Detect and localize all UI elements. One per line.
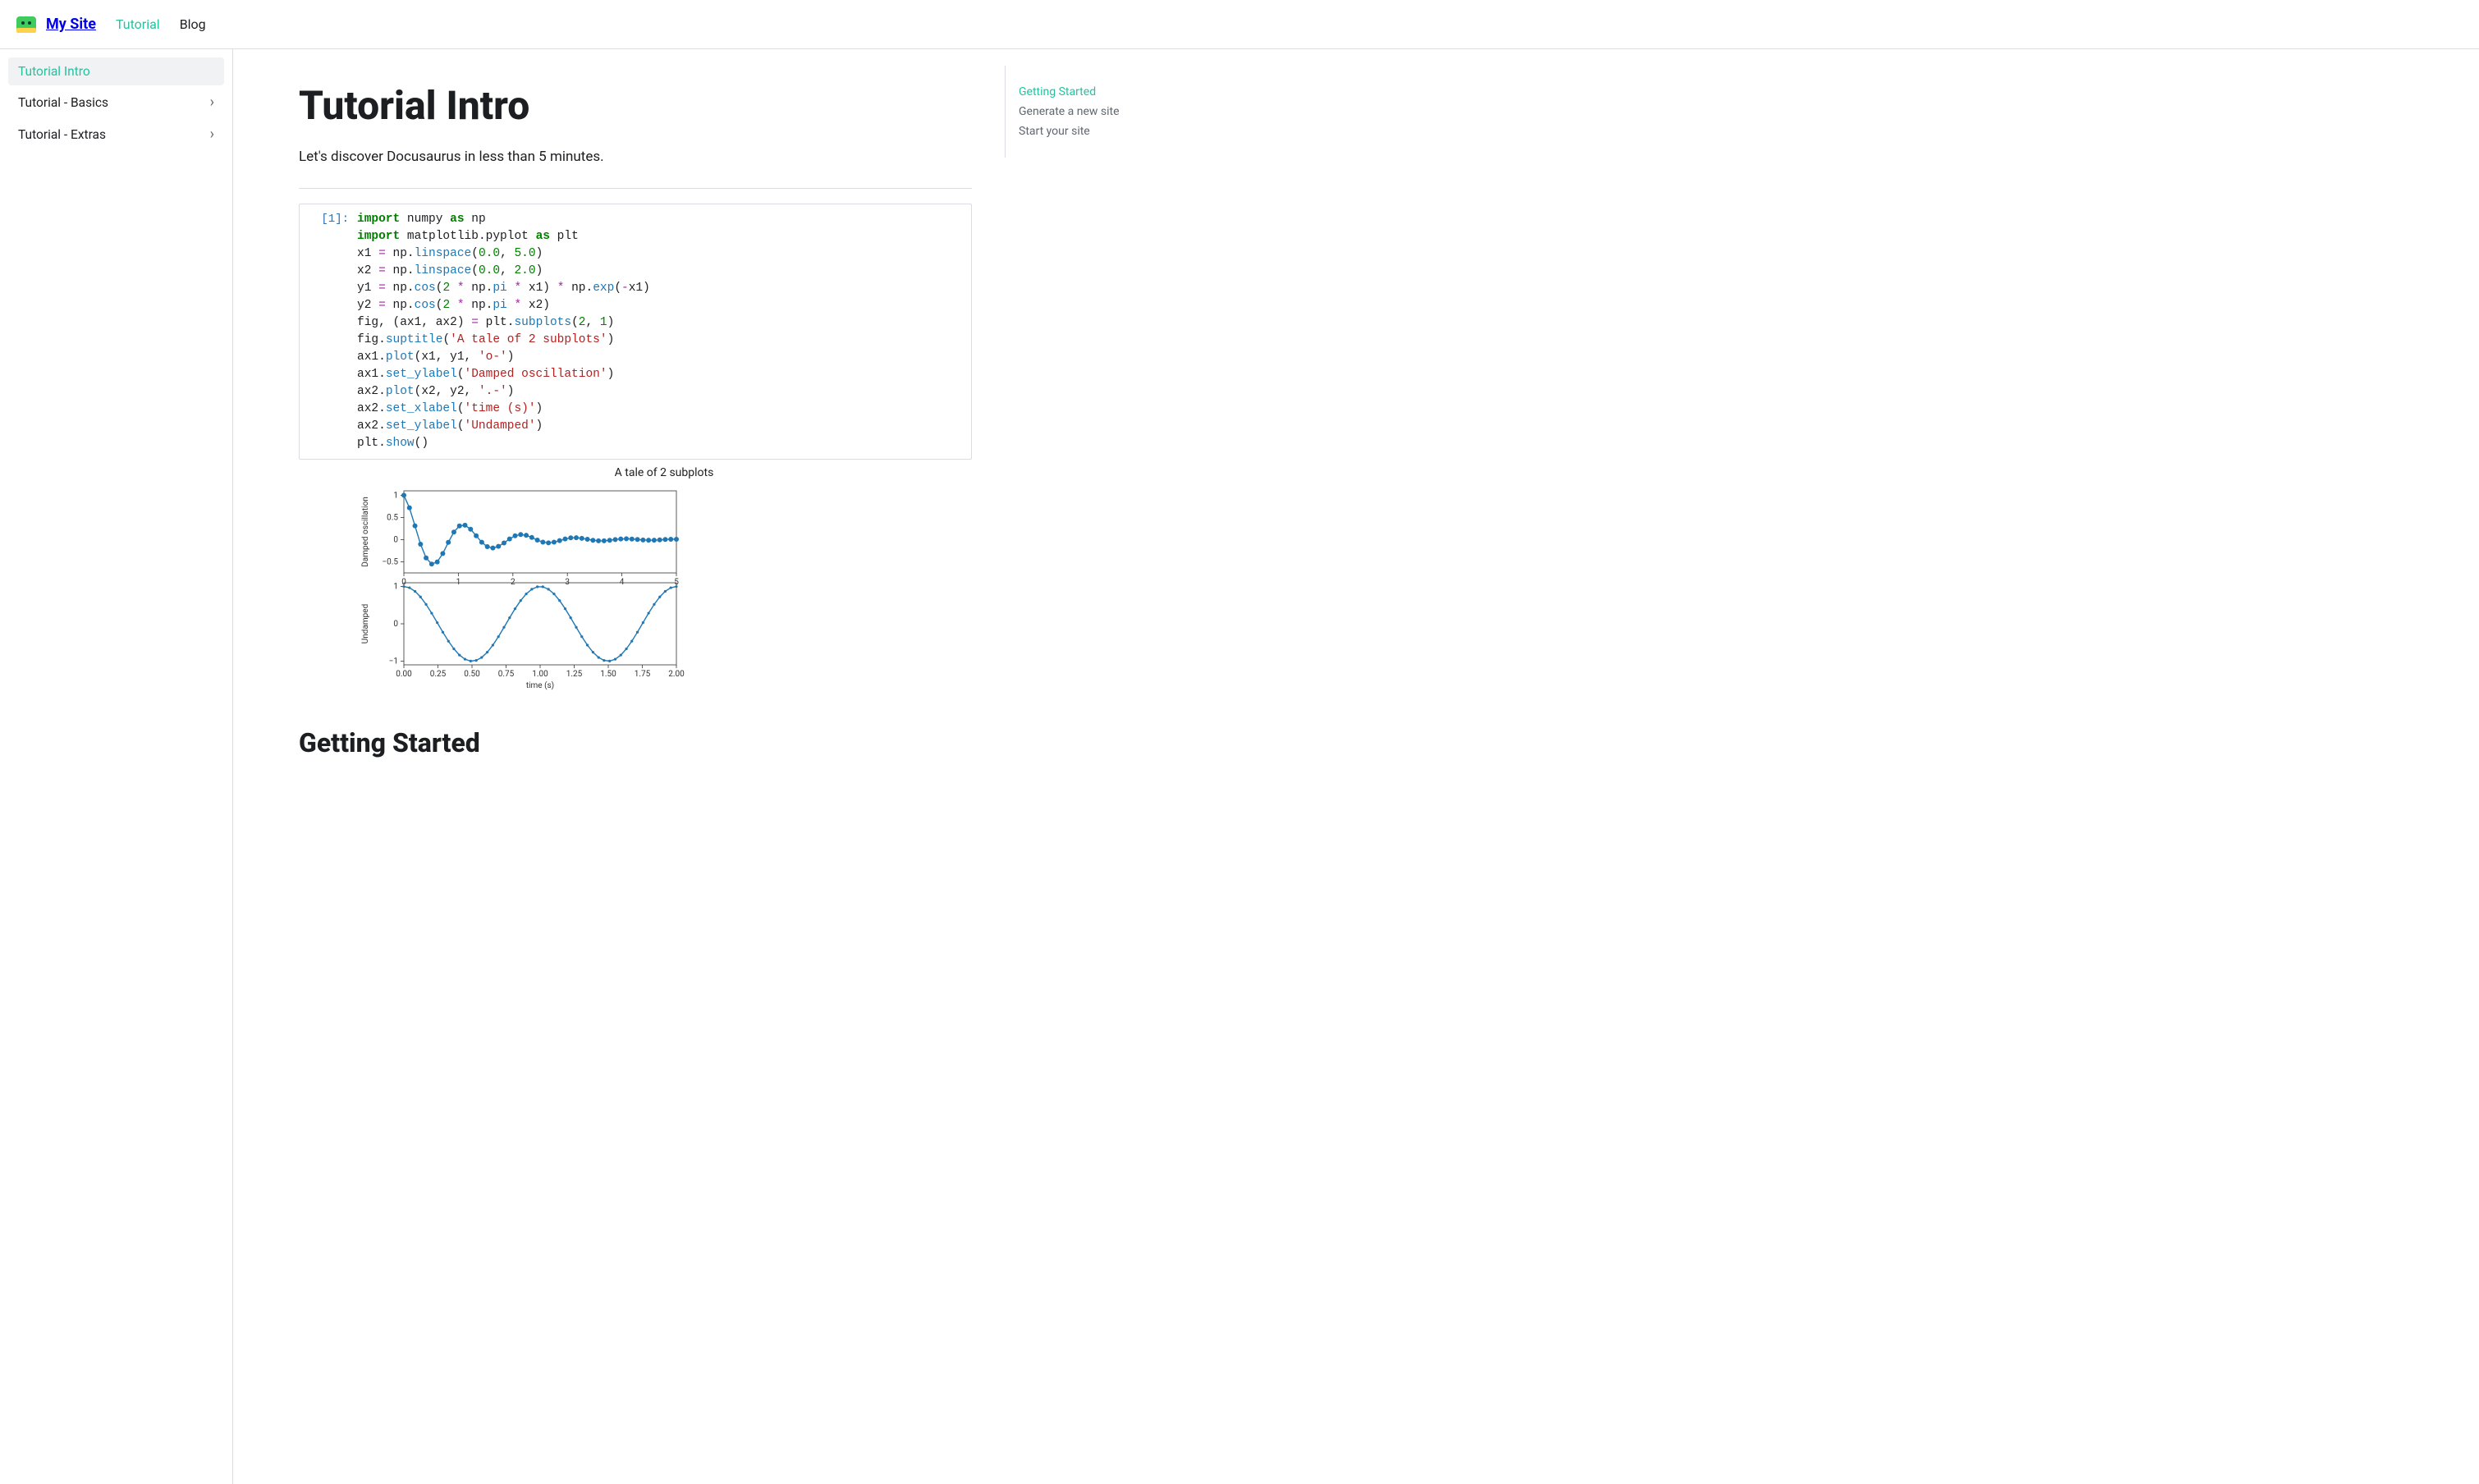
svg-text:1.00: 1.00 [532, 670, 548, 679]
svg-text:0.00: 0.00 [396, 670, 412, 679]
svg-text:3: 3 [565, 578, 570, 587]
svg-text:time (s): time (s) [526, 680, 554, 690]
svg-text:0.75: 0.75 [498, 670, 515, 679]
sidebar-item-tutorial-intro[interactable]: Tutorial Intro [8, 57, 224, 85]
separator [299, 188, 972, 189]
svg-text:2: 2 [511, 578, 516, 587]
navbar: My Site Tutorial Blog [0, 0, 2479, 49]
lead-text: Let's discover Docusaurus in less than 5… [299, 149, 972, 165]
svg-text:Undamped: Undamped [361, 604, 370, 644]
svg-text:0: 0 [393, 536, 398, 545]
svg-text:1: 1 [456, 578, 461, 587]
sidebar-item-label: Tutorial Intro [18, 64, 90, 79]
svg-text:−0.5: −0.5 [382, 558, 398, 567]
svg-text:Damped oscillation: Damped oscillation [361, 497, 370, 567]
nav-link-tutorial[interactable]: Tutorial [116, 16, 160, 32]
svg-text:1.75: 1.75 [635, 670, 651, 679]
chevron-right-icon: › [210, 94, 214, 111]
code-block: import numpy as np import matplotlib.pyp… [357, 211, 650, 452]
toc-item-getting-started[interactable]: Getting Started [1019, 82, 1189, 102]
toc-item-generate-site[interactable]: Generate a new site [1019, 102, 1189, 121]
sidebar-item-label: Tutorial - Extras [18, 127, 106, 142]
svg-text:2.00: 2.00 [668, 670, 685, 679]
plot-svg: −0.500.51012345Damped oscillation−1010.0… [356, 483, 685, 694]
svg-text:0.25: 0.25 [430, 670, 447, 679]
svg-text:4: 4 [620, 578, 625, 587]
toc-item-start-site[interactable]: Start your site [1019, 121, 1189, 141]
brand-title[interactable]: My Site [46, 16, 96, 33]
chevron-right-icon: › [210, 126, 214, 143]
svg-text:1: 1 [393, 492, 398, 501]
svg-text:1.50: 1.50 [600, 670, 616, 679]
logo-icon [13, 11, 39, 38]
svg-text:1.25: 1.25 [566, 670, 583, 679]
heading-getting-started: Getting Started [299, 727, 972, 758]
sidebar: Tutorial Intro Tutorial - Basics › Tutor… [0, 49, 233, 1484]
svg-text:−1: −1 [389, 657, 398, 666]
nav-link-blog[interactable]: Blog [180, 16, 206, 32]
code-cell: [1]: import numpy as np import matplotli… [299, 204, 972, 460]
svg-text:0: 0 [393, 620, 398, 629]
plot-output: A tale of 2 subplots −0.500.51012345Damp… [356, 466, 972, 694]
sidebar-item-tutorial-basics[interactable]: Tutorial - Basics › [8, 87, 224, 117]
toc: Getting Started Generate a new site Star… [1005, 66, 1202, 158]
sidebar-item-tutorial-extras[interactable]: Tutorial - Extras › [8, 119, 224, 149]
plot-suptitle: A tale of 2 subplots [356, 466, 972, 479]
article: Tutorial Intro Let's discover Docusaurus… [266, 49, 1005, 1484]
svg-text:0.50: 0.50 [464, 670, 480, 679]
svg-text:0.5: 0.5 [387, 514, 398, 523]
page-title: Tutorial Intro [299, 82, 972, 129]
cell-prompt: [1]: [308, 211, 357, 226]
sidebar-item-label: Tutorial - Basics [18, 95, 108, 110]
svg-text:1: 1 [393, 583, 398, 592]
